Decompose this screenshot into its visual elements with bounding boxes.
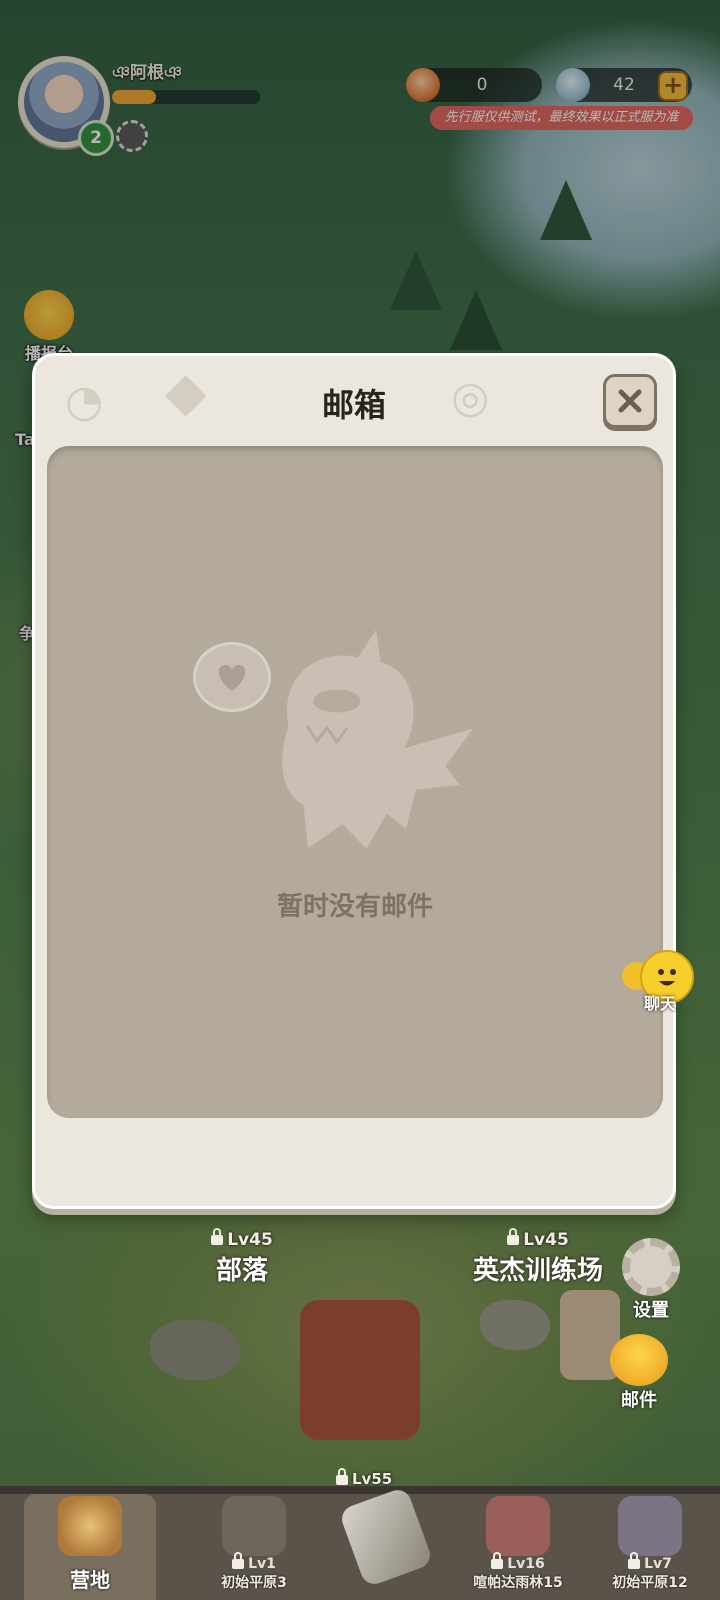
- chat-label: 聊天: [643, 994, 676, 1013]
- mailbox-dialog: ◔ ◆ ◎ 邮箱 暂时没有邮件: [32, 353, 676, 1209]
- tribe-name: 部落: [215, 1256, 268, 1286]
- nav-stage-3[interactable]: Lv7 初始平原12: [584, 1494, 716, 1600]
- lock-icon: [232, 1552, 245, 1569]
- settings-button[interactable]: 设置: [616, 1238, 686, 1322]
- training-name: 英杰训练场: [472, 1256, 603, 1286]
- stage-portrait-icon: [486, 1496, 550, 1556]
- mailbox-title: 邮箱: [321, 386, 386, 424]
- chat-button[interactable]: 聊天: [622, 950, 698, 1020]
- lock-icon: [336, 1467, 348, 1485]
- nav-stage-1[interactable]: Lv1 初始平原3: [188, 1494, 320, 1600]
- nav-stage-1-label: 初始平原3: [221, 1575, 287, 1591]
- mail-bird-icon: [610, 1334, 668, 1386]
- nav-stage-2[interactable]: Lv16 喧帕达雨林15: [452, 1494, 584, 1600]
- training-level: Lv45: [523, 1230, 569, 1250]
- bottom-nav: 营地 Lv1 初始平原3 Lv16 喧帕达雨林15 Lv7 初始平原12: [0, 1486, 720, 1600]
- close-icon: [618, 389, 642, 413]
- stage-portrait-icon: [618, 1496, 682, 1556]
- nav-stage-2-label: 喧帕达雨林15: [473, 1575, 563, 1591]
- lock-icon: [507, 1228, 520, 1245]
- nav-camp-label: 营地: [70, 1568, 110, 1592]
- nav-center-sword[interactable]: [320, 1486, 452, 1600]
- empty-mail-message: 暂时没有邮件: [276, 892, 433, 922]
- mail-list-panel: 暂时没有邮件: [47, 446, 663, 1118]
- stage-portrait-icon: [222, 1496, 286, 1556]
- tribe-level: Lv45: [227, 1230, 273, 1250]
- nav-stage-3-label: 初始平原12: [612, 1575, 688, 1591]
- nav-camp[interactable]: 营地: [24, 1494, 156, 1600]
- mail-label: 邮件: [621, 1390, 657, 1411]
- gear-icon: [622, 1238, 680, 1296]
- close-button[interactable]: [603, 374, 657, 428]
- bottom-nav-bar: 营地 Lv1 初始平原3 Lv16 喧帕达雨林15 Lv7 初始平原12: [0, 1486, 720, 1600]
- camp-icon: [58, 1496, 122, 1556]
- sword-icon: [338, 1486, 434, 1588]
- lock-icon: [491, 1552, 504, 1569]
- mail-button[interactable]: 邮件: [604, 1334, 674, 1412]
- training-ground-label[interactable]: Lv45 英杰训练场: [468, 1228, 608, 1287]
- tribe-building-label[interactable]: Lv45 部落: [192, 1228, 292, 1287]
- lock-icon: [628, 1552, 641, 1569]
- empty-mail-creature-icon: [279, 621, 481, 854]
- settings-label: 设置: [633, 1300, 669, 1321]
- lock-icon: [211, 1228, 224, 1245]
